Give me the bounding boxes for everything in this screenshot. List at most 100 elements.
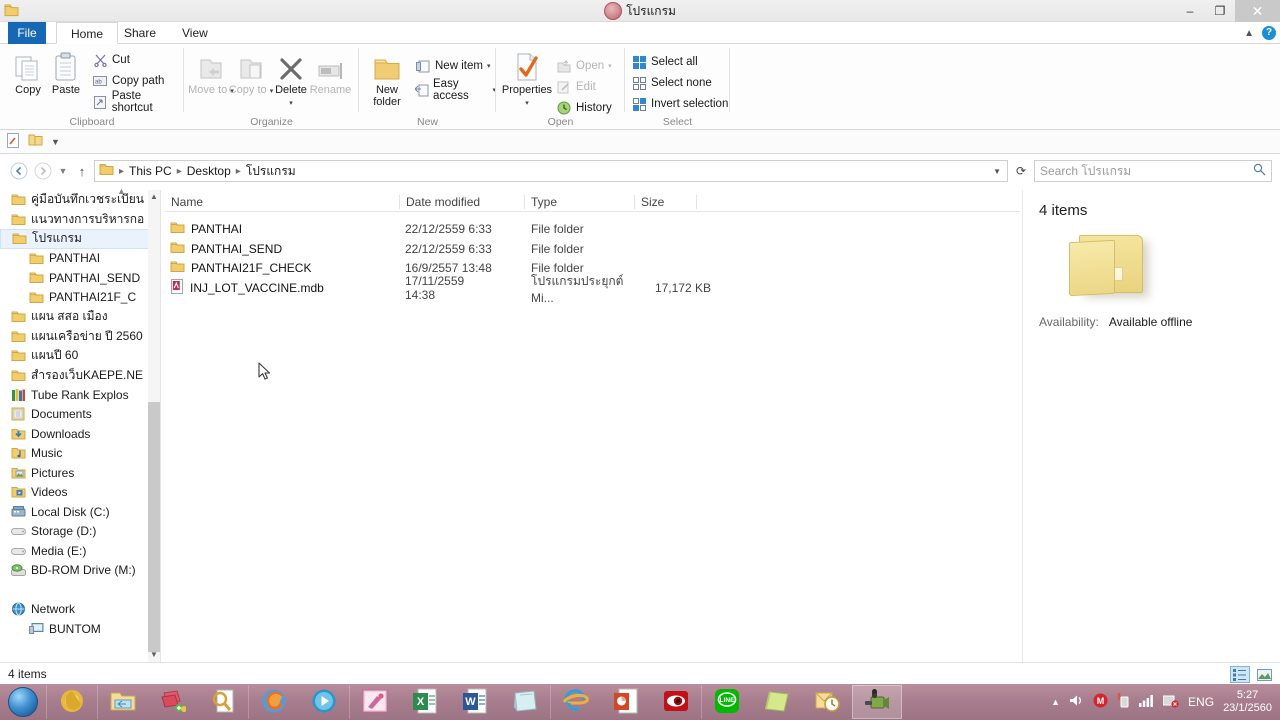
sidebar-item-buntom[interactable]: BUNTOM <box>0 619 160 639</box>
column-header-name[interactable]: Name <box>165 192 400 212</box>
pane-splitter[interactable] <box>160 190 161 662</box>
copy-path-button[interactable]: ab Copy path <box>92 71 164 91</box>
properties-button[interactable]: Properties ▾ <box>498 48 556 109</box>
taskbar-item-file-explorer[interactable] <box>98 685 148 719</box>
help-icon[interactable]: ? <box>1262 26 1276 40</box>
select-none-button[interactable]: Select none <box>631 73 712 93</box>
file-name-cell[interactable]: PANTHAI <box>170 221 405 237</box>
taskbar-item-word[interactable]: W <box>450 685 500 719</box>
chevron-up-icon[interactable]: ▲ <box>1244 28 1254 39</box>
paste-button[interactable]: Paste <box>42 48 90 97</box>
large-icons-view-icon[interactable] <box>1254 666 1274 683</box>
sidebar-item-downloads[interactable]: Downloads <box>0 424 160 444</box>
maximize-button[interactable]: ❐ <box>1205 0 1235 22</box>
table-row[interactable]: PANTHAI 22/12/2559 6:33 File folder <box>170 219 711 239</box>
taskbar-item-onenote[interactable] <box>500 685 550 719</box>
chevron-down-icon[interactable]: ▾ <box>498 98 556 110</box>
tab-share[interactable]: Share <box>110 22 170 44</box>
taskbar-item-line-messenger[interactable]: LINE <box>702 685 752 719</box>
chevron-down-icon[interactable]: ▾ <box>267 98 315 110</box>
sidebar-item-videos[interactable]: Videos <box>0 483 160 503</box>
new-item-button[interactable]: New item ▾ <box>415 56 490 76</box>
sidebar-item-media-e[interactable]: Media (E:) <box>0 541 160 561</box>
sidebar-item-panthai-send[interactable]: PANTHAI_SEND <box>0 268 160 288</box>
invert-selection-button[interactable]: Invert selection <box>631 94 728 114</box>
forward-button[interactable] <box>32 160 54 182</box>
taskbar-item-excel[interactable]: X <box>400 685 450 719</box>
network-error-icon[interactable] <box>1162 694 1179 711</box>
back-button[interactable] <box>8 160 30 182</box>
sidebar-item-[interactable]: โปรแกรม <box>0 229 160 249</box>
sidebar-item-storage-d[interactable]: Storage (D:) <box>0 522 160 542</box>
edit-button[interactable]: Edit <box>556 77 596 97</box>
taskbar-item-internet-explorer[interactable] <box>551 685 601 719</box>
chevron-down-icon[interactable]: ▼ <box>993 167 1001 176</box>
volume-icon[interactable] <box>1069 694 1084 710</box>
paste-shortcut-button[interactable]: Paste shortcut <box>92 90 184 114</box>
taskbar-item-notes-app[interactable] <box>752 685 802 719</box>
navigation-pane[interactable]: คู่มือบันทึกเวชระเบียน^แนวทางการบริหารกอ… <box>0 190 160 662</box>
up-button[interactable]: ↑ <box>72 164 92 179</box>
recent-locations-caret-icon[interactable]: ▼ <box>56 166 70 176</box>
easy-access-button[interactable]: Easy access ▾ <box>415 78 496 102</box>
breadcrumb-item-this-pc[interactable]: This PC <box>127 164 174 178</box>
file-name-cell[interactable]: PANTHAI_SEND <box>170 241 405 257</box>
open-button[interactable]: Open ▾ <box>556 56 612 76</box>
new-document-icon[interactable] <box>6 132 20 151</box>
open-folder-icon[interactable] <box>28 133 43 150</box>
column-header-type[interactable]: Type <box>525 192 635 212</box>
sidebar-item-documents[interactable]: Documents <box>0 405 160 425</box>
new-folder-button[interactable]: New folder <box>361 48 413 108</box>
chevron-down-icon[interactable]: ▾ <box>608 62 612 70</box>
navigation-scrollbar[interactable]: ▲ ▼ <box>148 190 160 662</box>
tab-home[interactable]: Home <box>56 22 119 44</box>
sidebar-item-[interactable]: แผน สสอ เมือง <box>0 307 160 327</box>
rename-button[interactable]: Rename <box>308 48 353 97</box>
breadcrumb-item-current[interactable]: โปรแกรม <box>244 162 298 181</box>
sidebar-item-[interactable]: แนวทางการบริหารกอ <box>0 210 160 230</box>
breadcrumb[interactable]: ▸ This PC ▸ Desktop ▸ โปรแกรม ▼ <box>94 160 1008 182</box>
language-indicator[interactable]: ENG <box>1188 695 1214 709</box>
sidebar-item-kaepe-ne[interactable]: สำรองเว็บKAEPE.NE <box>0 366 160 386</box>
signal-bars-icon[interactable] <box>1139 694 1154 710</box>
history-button[interactable]: History <box>556 98 612 118</box>
taskbar-item-search-tool[interactable] <box>198 685 248 719</box>
sidebar-item-tube-rank-explos[interactable]: Tube Rank Explos <box>0 385 160 405</box>
taskbar-item-powerpoint[interactable] <box>601 685 651 719</box>
scroll-down-arrow-icon[interactable]: ▼ <box>148 648 160 662</box>
table-row[interactable]: INJ_LOT_VACCINE.mdb 17/11/2559 14:38 โปรแก… <box>170 274 711 305</box>
customize-caret-icon[interactable]: ▼ <box>51 137 60 147</box>
cut-button[interactable]: Cut <box>92 50 130 70</box>
taskbar-item-media-player[interactable] <box>47 685 97 719</box>
mcafee-icon[interactable]: M <box>1093 693 1108 711</box>
taskbar-item-library-app[interactable] <box>148 685 198 719</box>
taskbar-item-firefox[interactable] <box>249 685 299 719</box>
usb-device-icon[interactable] <box>1117 693 1130 711</box>
sidebar-item-2560[interactable]: แผนเครือข่าย ปี 2560 <box>0 327 160 347</box>
search-input[interactable]: Search โปรแกรม <box>1034 160 1272 182</box>
start-button[interactable] <box>0 684 46 720</box>
scrollbar-thumb[interactable] <box>148 402 160 652</box>
close-button[interactable]: ✕ <box>1235 0 1280 22</box>
sidebar-item-panthai21f-c[interactable]: PANTHAI21F_C <box>0 288 160 308</box>
column-header-date-modified[interactable]: Date modified <box>400 192 525 212</box>
sidebar-item-panthai[interactable]: PANTHAI <box>0 249 160 269</box>
sidebar-item-network[interactable]: Network <box>0 600 160 620</box>
chevron-up-icon[interactable]: ▲ <box>1051 697 1060 707</box>
taskbar-item-outlook[interactable] <box>802 685 852 719</box>
search-icon[interactable] <box>1253 163 1266 179</box>
scroll-up-arrow-icon[interactable]: ▲ <box>148 190 160 204</box>
breadcrumb-item-desktop[interactable]: Desktop <box>185 164 233 178</box>
taskbar-item-paint-app[interactable] <box>350 685 400 719</box>
taskbar-item-camera-recorder[interactable] <box>852 685 902 719</box>
refresh-button[interactable]: ⟳ <box>1010 164 1032 178</box>
column-header-size[interactable]: Size <box>635 192 697 212</box>
sidebar-item-local-disk-c[interactable]: Local Disk (C:) <box>0 502 160 522</box>
select-all-button[interactable]: Select all <box>631 52 698 72</box>
chevron-down-icon[interactable]: ▾ <box>487 62 491 70</box>
taskbar-item-red-eye-app[interactable] <box>651 685 701 719</box>
sidebar-item-pictures[interactable]: Pictures <box>0 463 160 483</box>
minimize-button[interactable]: – <box>1175 0 1205 22</box>
sidebar-item-bd-rom-drive-m[interactable]: BD-ROM Drive (M:) <box>0 561 160 581</box>
table-row[interactable]: PANTHAI_SEND 22/12/2559 6:33 File folder <box>170 239 711 259</box>
